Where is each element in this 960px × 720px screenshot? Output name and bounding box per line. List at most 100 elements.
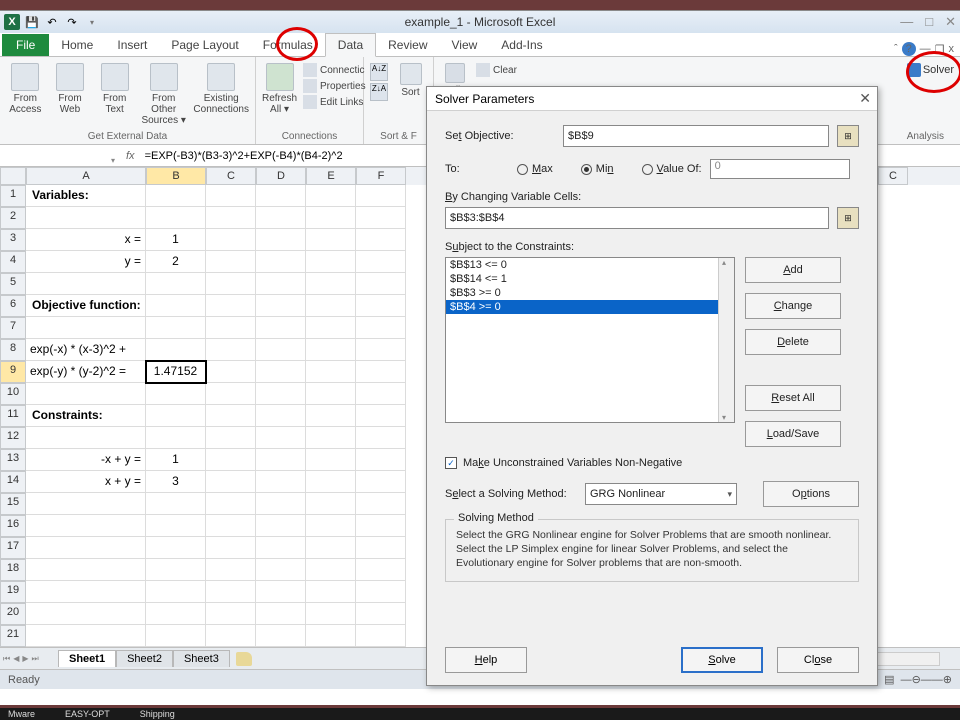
cell[interactable] (206, 229, 256, 251)
cell[interactable] (26, 207, 146, 229)
cell[interactable] (356, 471, 406, 493)
tab-pagelayout[interactable]: Page Layout (159, 34, 250, 56)
cell[interactable] (206, 427, 256, 449)
cell[interactable]: 1.47152 (146, 361, 206, 383)
sort-desc-icon[interactable]: Z↓A (370, 83, 388, 101)
cell[interactable] (26, 625, 146, 647)
sheet-tab[interactable]: Sheet3 (173, 650, 230, 667)
cell[interactable] (356, 493, 406, 515)
properties-button[interactable]: Properties (303, 79, 366, 93)
row-header[interactable]: 1 (0, 185, 26, 207)
cell[interactable]: y = (26, 251, 146, 273)
cell[interactable] (206, 295, 256, 317)
close-icon[interactable]: ✕ (945, 14, 956, 30)
row-header[interactable]: 17 (0, 537, 26, 559)
range-picker-icon[interactable]: ⊞ (837, 125, 859, 147)
row-header[interactable]: 10 (0, 383, 26, 405)
col-header[interactable]: C (878, 167, 908, 185)
cell[interactable]: Variables: (26, 185, 146, 207)
tab-view[interactable]: View (440, 34, 490, 56)
cell[interactable] (306, 515, 356, 537)
cell[interactable] (256, 229, 306, 251)
cell[interactable] (256, 361, 306, 383)
cell[interactable] (306, 317, 356, 339)
row-header[interactable]: 3 (0, 229, 26, 251)
cell[interactable] (256, 295, 306, 317)
row-header[interactable]: 12 (0, 427, 26, 449)
cell[interactable] (256, 383, 306, 405)
task-item[interactable]: Shipping (140, 709, 175, 719)
cell[interactable] (206, 207, 256, 229)
cell[interactable] (206, 361, 256, 383)
cell[interactable] (356, 383, 406, 405)
solve-button[interactable]: Solve (681, 647, 763, 673)
cell[interactable]: 3 (146, 471, 206, 493)
radio-max[interactable]: Max (517, 163, 553, 175)
cell[interactable] (146, 493, 206, 515)
cell[interactable] (356, 581, 406, 603)
cell[interactable] (356, 317, 406, 339)
cell[interactable] (206, 515, 256, 537)
cell[interactable] (146, 405, 206, 427)
row-header[interactable]: 5 (0, 273, 26, 295)
sheet-tab[interactable]: Sheet2 (116, 650, 173, 667)
cell[interactable] (146, 207, 206, 229)
bychanging-input[interactable]: $B$3:$B$4 (445, 207, 829, 229)
cell[interactable] (356, 559, 406, 581)
cell[interactable] (146, 273, 206, 295)
cell[interactable] (306, 493, 356, 515)
cell[interactable] (356, 449, 406, 471)
list-item[interactable]: $B$14 <= 1 (446, 272, 734, 286)
cell[interactable] (206, 185, 256, 207)
reset-button[interactable]: Reset All (745, 385, 841, 411)
cell[interactable] (356, 515, 406, 537)
cell[interactable]: x + y = (26, 471, 146, 493)
cell[interactable] (306, 339, 356, 361)
minimize-icon[interactable]: — (900, 14, 913, 30)
cell[interactable] (256, 317, 306, 339)
row-header[interactable]: 15 (0, 493, 26, 515)
cell[interactable] (306, 383, 356, 405)
undo-icon[interactable]: ↶ (44, 14, 60, 30)
cell[interactable] (256, 339, 306, 361)
cell[interactable] (206, 317, 256, 339)
cell[interactable] (146, 295, 206, 317)
cell[interactable] (306, 581, 356, 603)
col-header[interactable]: D (256, 167, 306, 185)
cell[interactable] (306, 471, 356, 493)
clear-button[interactable]: Clear (476, 63, 517, 77)
tab-formulas[interactable]: Formulas (251, 34, 325, 56)
cell[interactable] (306, 559, 356, 581)
tab-review[interactable]: Review (376, 34, 439, 56)
wb-minimize-icon[interactable]: — (920, 43, 931, 55)
cell[interactable] (256, 515, 306, 537)
row-header[interactable]: 2 (0, 207, 26, 229)
cell[interactable] (146, 559, 206, 581)
add-button[interactable]: Add (745, 257, 841, 283)
cell[interactable] (26, 559, 146, 581)
row-header[interactable]: 8 (0, 339, 26, 361)
cell[interactable] (356, 229, 406, 251)
cell[interactable] (356, 207, 406, 229)
list-item[interactable]: $B$13 <= 0 (446, 258, 734, 272)
edit-links-button[interactable]: Edit Links (303, 95, 366, 109)
help-icon[interactable]: ? (902, 42, 916, 56)
cell[interactable] (146, 427, 206, 449)
row-header[interactable]: 4 (0, 251, 26, 273)
cell[interactable] (306, 185, 356, 207)
col-header[interactable]: C (206, 167, 256, 185)
cell[interactable] (26, 383, 146, 405)
cell[interactable] (256, 251, 306, 273)
view-layout-icon[interactable]: ▤ (884, 673, 894, 686)
cell[interactable] (206, 339, 256, 361)
dialog-close-icon[interactable]: ✕ (859, 90, 871, 107)
row-header[interactable]: 6 (0, 295, 26, 317)
cell[interactable] (306, 251, 356, 273)
row-header[interactable]: 11 (0, 405, 26, 427)
row-header[interactable]: 7 (0, 317, 26, 339)
cell[interactable] (206, 251, 256, 273)
row-header[interactable]: 20 (0, 603, 26, 625)
cell[interactable] (256, 625, 306, 647)
cell[interactable] (26, 493, 146, 515)
cell[interactable] (356, 625, 406, 647)
